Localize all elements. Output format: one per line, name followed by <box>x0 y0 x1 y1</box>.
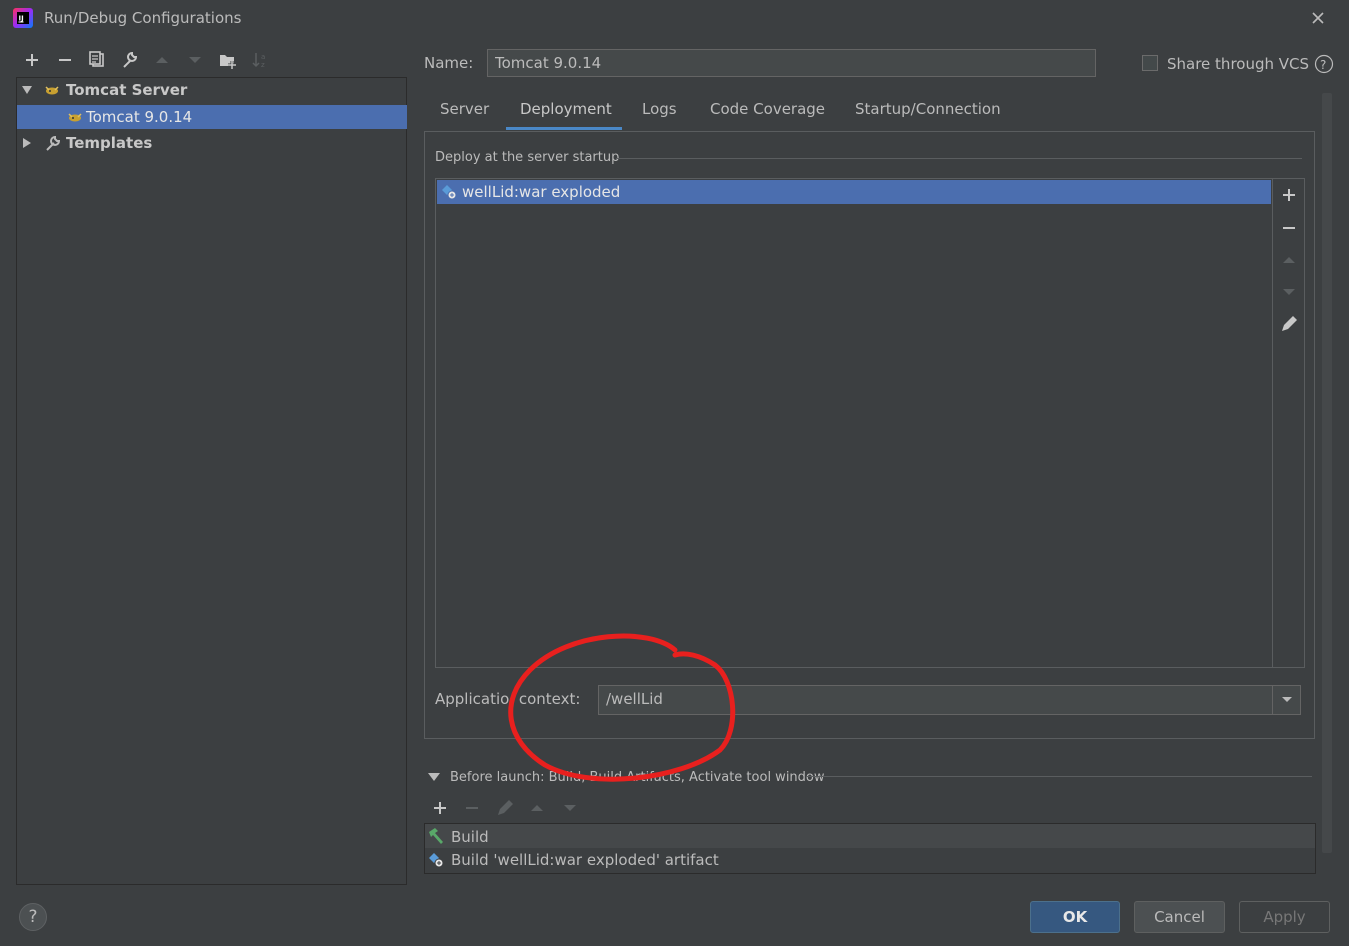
close-window-button[interactable] <box>1304 6 1332 32</box>
copy-icon <box>89 51 104 67</box>
cancel-button[interactable]: Cancel <box>1134 901 1225 933</box>
tomcat-run-icon <box>68 113 82 122</box>
help-icon[interactable]: ? <box>1314 54 1334 74</box>
add-task-button[interactable] <box>429 798 451 818</box>
remove-task-button[interactable] <box>461 798 483 818</box>
name-label: Name: <box>424 54 474 72</box>
edit-defaults-button[interactable] <box>118 49 142 71</box>
section-divider <box>616 158 1302 159</box>
expanded-arrow-icon <box>22 86 32 94</box>
combo-dropdown-button[interactable] <box>1272 686 1301 714</box>
arrow-down-icon <box>189 57 201 63</box>
minus-icon <box>1283 227 1295 229</box>
move-artifact-down-button[interactable] <box>1278 281 1300 303</box>
tab-logs[interactable]: Logs <box>640 100 679 130</box>
application-context-value[interactable]: /wellLid <box>606 690 663 708</box>
intellij-app-icon: IJ <box>12 7 34 29</box>
before-launch-label-build: Build <box>451 828 489 846</box>
minus-icon <box>59 59 71 61</box>
vertical-scrollbar[interactable] <box>1322 93 1332 853</box>
share-vcs-checkbox[interactable] <box>1142 55 1158 71</box>
collapsed-arrow-icon <box>23 138 31 148</box>
share-vcs-label[interactable]: Share through VCS <box>1167 55 1309 73</box>
before-launch-label-artifact: Build 'wellLid:war exploded' artifact <box>451 851 719 869</box>
minus-icon <box>466 807 478 809</box>
arrow-down-icon <box>564 805 576 811</box>
deploy-artifact-label: wellLid:war exploded <box>462 183 621 201</box>
move-down-button[interactable] <box>183 49 207 71</box>
arrow-down-icon <box>1283 289 1295 295</box>
move-up-button[interactable] <box>150 49 174 71</box>
sort-alpha-icon: az <box>252 53 265 69</box>
edit-task-button[interactable] <box>494 798 516 818</box>
section-divider <box>806 776 1312 777</box>
ok-button[interactable]: OK <box>1030 901 1120 933</box>
svg-text:?: ? <box>1320 58 1326 72</box>
configuration-tree <box>16 77 407 885</box>
svg-text:a: a <box>261 53 265 61</box>
deploy-artifact-list[interactable] <box>435 178 1305 668</box>
application-context-label: Applicatio context: <box>435 690 581 708</box>
sort-configurations-button[interactable]: az <box>249 49 273 71</box>
close-icon <box>1312 12 1324 24</box>
arrow-up-icon <box>1283 257 1295 263</box>
tomcat-icon <box>45 86 59 95</box>
artifact-icon <box>442 185 457 200</box>
tab-startup-connection[interactable]: Startup/Connection <box>853 100 1003 130</box>
plus-icon <box>434 802 446 814</box>
create-folder-button[interactable] <box>216 49 240 71</box>
apply-button[interactable]: Apply <box>1239 901 1330 933</box>
before-launch-toggle[interactable] <box>427 771 441 783</box>
chevron-down-icon <box>1282 697 1292 702</box>
window-title: Run/Debug Configurations <box>44 9 242 27</box>
wrench-icon <box>46 135 61 151</box>
before-launch-title: Before launch: Build, Build Artifacts, A… <box>450 770 825 785</box>
edit-artifact-button[interactable] <box>1278 313 1300 335</box>
move-task-down-button[interactable] <box>559 798 581 818</box>
artifact-icon <box>429 853 444 868</box>
pencil-icon <box>498 800 513 815</box>
move-task-up-button[interactable] <box>526 798 548 818</box>
pencil-icon <box>1282 316 1297 331</box>
copy-configuration-button[interactable] <box>85 49 109 71</box>
plus-icon <box>26 54 38 66</box>
tab-code-coverage[interactable]: Code Coverage <box>708 100 827 130</box>
build-hammer-icon <box>429 828 443 844</box>
tree-label-tomcat-9: Tomcat 9.0.14 <box>86 108 193 126</box>
tab-deployment[interactable]: Deployment <box>506 100 622 130</box>
plus-icon <box>1283 189 1295 201</box>
remove-artifact-button[interactable] <box>1278 217 1300 239</box>
remove-configuration-button[interactable] <box>53 49 77 71</box>
tree-row-templates[interactable]: Templates <box>17 131 407 155</box>
tree-label-tomcat-server: Tomcat Server <box>66 81 188 99</box>
svg-text:z: z <box>261 61 265 69</box>
before-launch-row-build[interactable] <box>425 824 1315 848</box>
tree-row-tomcat-server[interactable]: Tomcat Server <box>17 78 407 102</box>
tree-row-tomcat-9[interactable]: Tomcat 9.0.14 <box>17 105 407 129</box>
arrow-up-icon <box>156 57 168 63</box>
wrench-icon <box>123 51 138 68</box>
application-context-combo[interactable] <box>598 685 1301 715</box>
add-artifact-button[interactable] <box>1278 184 1300 206</box>
name-field[interactable] <box>487 49 1096 77</box>
tree-label-templates: Templates <box>66 134 153 152</box>
expanded-arrow-icon <box>428 773 440 781</box>
move-artifact-up-button[interactable] <box>1278 249 1300 271</box>
list-toolbar-divider <box>1272 179 1273 667</box>
deploy-section-title: Deploy at the server startup <box>435 150 620 165</box>
tab-server[interactable]: Server <box>438 100 491 130</box>
add-configuration-button[interactable] <box>20 49 44 71</box>
arrow-up-icon <box>531 805 543 811</box>
help-button[interactable]: ? <box>19 903 47 931</box>
folder-add-icon <box>220 55 236 69</box>
svg-text:IJ: IJ <box>19 15 24 23</box>
